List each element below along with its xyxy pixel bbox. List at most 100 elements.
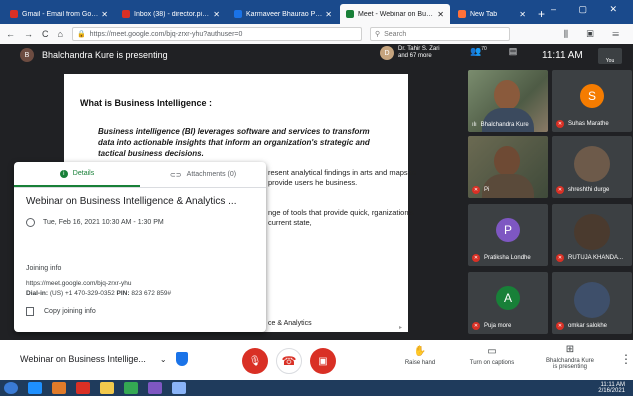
participant-tile[interactable]: ✕ shreshthi durge — [552, 136, 632, 198]
chat-icon[interactable]: ▤ — [509, 46, 518, 57]
self-view: You — [598, 48, 622, 64]
mic-off-icon: ✕ — [472, 254, 480, 262]
site-icon — [234, 10, 242, 18]
chrome-icon[interactable] — [76, 382, 90, 394]
audio-level-icon: ılı — [472, 122, 477, 128]
url-text: https://meet.google.com/bjq-zrxr-yhu?aut… — [89, 30, 243, 38]
dial-in-info: Dial-in: (US) +1 470-329-0352 PIN: 823 6… — [26, 290, 172, 297]
mic-off-icon: 🎙 — [248, 355, 262, 367]
slide-bullet-1: resent analytical findings in arts and m… — [268, 168, 416, 187]
mic-off-icon: ✕ — [556, 186, 564, 194]
tab-college[interactable]: Karmaveer Bhaurao Patil Coll✕ — [228, 4, 338, 24]
mic-off-icon: ✕ — [472, 186, 480, 194]
shield-icon[interactable] — [176, 352, 188, 366]
slide-definition: Business intelligence (BI) leverages sof… — [98, 127, 370, 158]
camera-off-icon: ▣ — [318, 355, 328, 367]
present-icon: ⊞ — [565, 344, 575, 355]
tab-new-tab[interactable]: New Tab ✕ — [452, 4, 532, 24]
meet-clock: 11:11 AM — [542, 50, 583, 61]
captions-icon: ▭ — [487, 346, 497, 357]
participant-tile[interactable]: ılı Bhalchandra Kure — [468, 70, 548, 132]
back-icon[interactable]: ← — [6, 29, 15, 39]
tab-meet[interactable]: Meet - Webinar on Busine ✕ — [340, 4, 450, 24]
copy-icon — [26, 307, 34, 316]
app-icon[interactable] — [148, 382, 162, 394]
hand-icon: ✋ — [413, 346, 427, 357]
close-icon[interactable]: ✕ — [213, 10, 220, 19]
info-icon: i — [59, 169, 68, 178]
url-bar[interactable]: 🔒 https://meet.google.com/bjq-zrxr-yhu?au… — [71, 27, 362, 41]
copy-joining-info-button[interactable]: Copy joining info — [26, 307, 96, 316]
participant-tile[interactable]: S ✕ Suhas Marathe — [552, 70, 632, 132]
presenter-text: Bhalchandra Kure is presenting — [42, 50, 168, 60]
close-icon[interactable]: ✕ — [519, 10, 526, 19]
hang-up-icon: ☎ — [281, 354, 297, 368]
mic-off-icon: ✕ — [556, 254, 564, 262]
home-icon[interactable]: ⌂ — [58, 29, 63, 39]
tab-inbox[interactable]: Inbox (38) - director.pimer ✕ — [116, 4, 226, 24]
search-input[interactable]: ⚲ Search — [369, 27, 510, 41]
tab-details[interactable]: i Details — [14, 162, 140, 187]
participant-tile[interactable]: ✕ RUTUJA KHANDA... — [552, 204, 632, 266]
avatar — [574, 146, 610, 182]
gmail-icon — [122, 10, 130, 18]
media-icon[interactable] — [52, 382, 66, 394]
participant-tile[interactable]: P ✕ Pratiksha Londhe — [468, 204, 548, 266]
system-tray[interactable]: 11:11 AM 2/16/2021 — [598, 382, 625, 394]
other-presenters[interactable]: D Dr. Tahir S. Zari and 67 more — [380, 46, 440, 60]
people-icon[interactable]: 👥70 — [470, 46, 487, 57]
new-tab-button[interactable]: + — [538, 4, 545, 24]
more-options-icon[interactable]: ⋮ — [620, 352, 632, 366]
os-taskbar: 11:11 AM 2/16/2021 — [0, 380, 633, 396]
folder-icon[interactable] — [100, 382, 114, 394]
participant-tile[interactable]: ✕ omkar salokhe — [552, 272, 632, 334]
start-icon[interactable] — [4, 382, 18, 394]
scroll-indicator[interactable]: ▸ — [399, 324, 402, 331]
firefox-icon[interactable] — [172, 382, 186, 394]
participant-tile[interactable]: ✕ Pi — [468, 136, 548, 198]
mic-off-icon: ✕ — [472, 322, 480, 330]
close-icon[interactable]: ✕ — [325, 10, 332, 19]
meet-icon — [346, 10, 354, 18]
raise-hand-button[interactable]: ✋ Raise hand — [400, 346, 440, 366]
tab-gmail[interactable]: Gmail - Email from Google ✕ — [4, 4, 114, 24]
participant-tile[interactable]: A ✕ Puja more — [468, 272, 548, 334]
avatar: B — [20, 48, 34, 62]
navigation-bar: ← → C ⌂ 🔒 https://meet.google.com/bjq-zrx… — [0, 24, 633, 44]
meeting-time: Tue, Feb 16, 2021 10:30 AM - 1:30 PM — [26, 218, 164, 227]
ie-icon[interactable] — [28, 382, 42, 394]
camera-toggle-button[interactable]: ▣ — [310, 348, 336, 374]
avatar — [574, 282, 610, 318]
window-controls[interactable]: – ▢ ✕ — [551, 4, 627, 15]
slide-bullet-2: nge of tools that provide quick, rganiza… — [268, 208, 414, 227]
avatar: A — [496, 286, 520, 310]
meet-top-icons: 👥70 ▤ — [470, 46, 539, 57]
avatar — [574, 214, 610, 250]
joining-url[interactable]: https://meet.google.com/bjq-zrxr-yhu — [26, 280, 132, 287]
presentation-button[interactable]: ⊞ Bhalchandra Kure is presenting — [540, 344, 600, 370]
avatar: S — [580, 84, 604, 108]
details-tabs: i Details ⊂⊃ Attachments (0) — [14, 162, 266, 188]
slide-title: What is Business Intelligence : — [80, 98, 213, 108]
captions-button[interactable]: ▭ Turn on captions — [462, 346, 522, 366]
forward-icon[interactable]: → — [24, 29, 33, 39]
search-icon: ⚲ — [374, 31, 381, 38]
lock-icon: 🔒 — [76, 31, 86, 38]
close-icon[interactable]: ✕ — [437, 10, 444, 19]
reload-icon[interactable]: C — [42, 29, 49, 39]
clock-icon — [26, 218, 35, 227]
chrome-icon[interactable] — [124, 382, 138, 394]
attachment-icon: ⊂⊃ — [169, 171, 182, 179]
firefox-icon — [458, 10, 466, 18]
close-icon[interactable]: ✕ — [101, 10, 108, 19]
chevron-down-icon: ⌄ — [159, 354, 167, 364]
leave-call-button[interactable]: ☎ — [276, 348, 302, 374]
tab-attachments[interactable]: ⊂⊃ Attachments (0) — [140, 162, 266, 187]
browser-tab-bar: Gmail - Email from Google ✕ Inbox (38) - … — [0, 0, 633, 24]
meeting-details-button[interactable]: Webinar on Business Intellige... ⌄ — [20, 354, 167, 364]
toolbar-icons[interactable]: ⫼ ▣ ☰ — [564, 29, 627, 40]
avatar: D — [380, 46, 394, 60]
joining-info-heading: Joining info — [26, 265, 62, 272]
mic-toggle-button[interactable]: 🎙 — [242, 348, 268, 374]
mic-off-icon: ✕ — [556, 120, 564, 128]
